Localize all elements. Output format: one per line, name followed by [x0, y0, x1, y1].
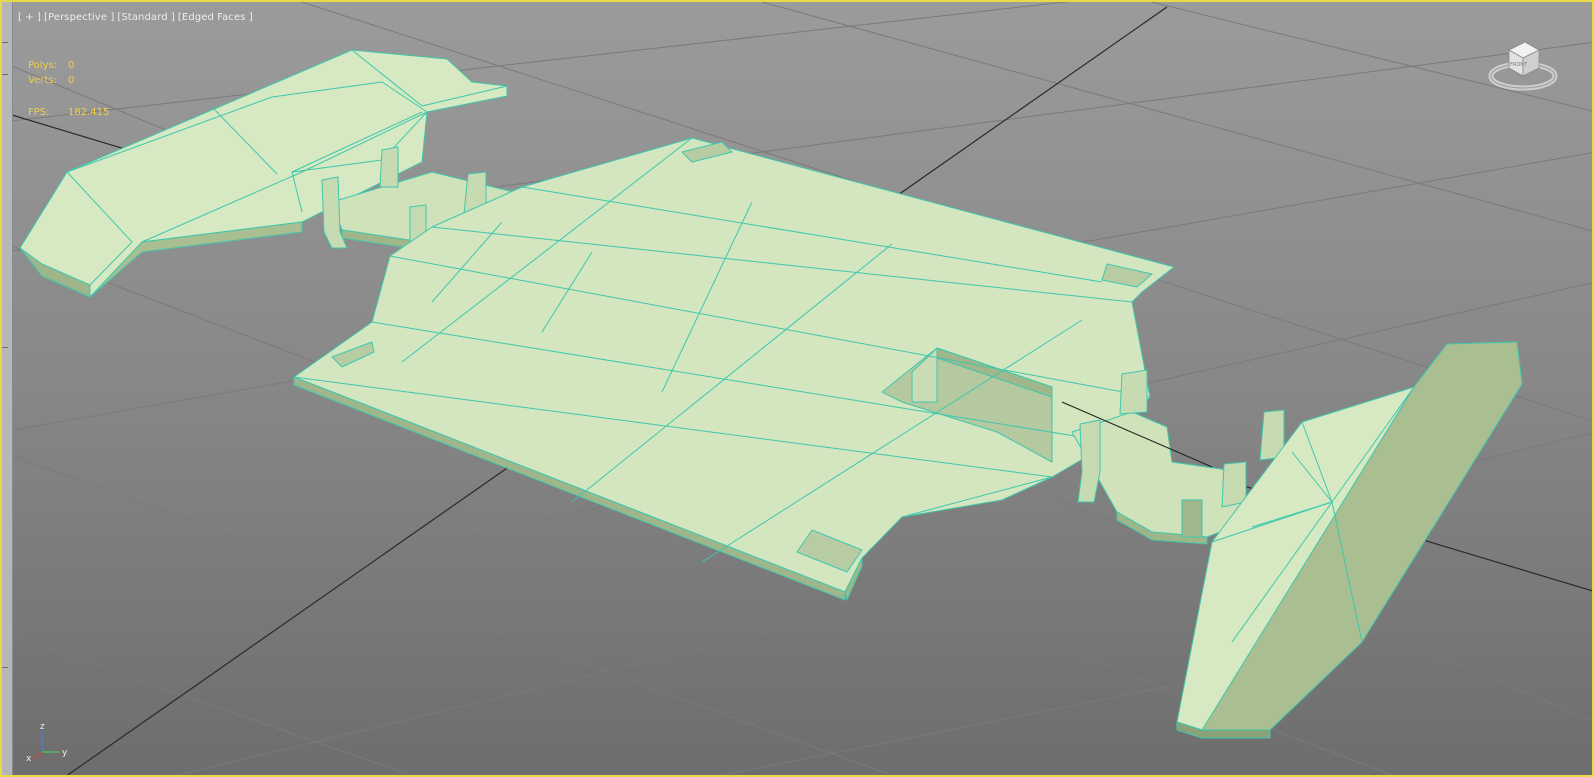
viewport-left-edge [2, 2, 13, 775]
verts-value: 0 [68, 75, 75, 86]
axis-x-label: x [26, 754, 32, 762]
axis-y-label: y [62, 748, 68, 758]
viewport-label-menu[interactable]: [ + ] [Perspective ] [Standard ] [Edged Fac… [18, 12, 256, 23]
fps-label: FPS: [28, 107, 50, 118]
axis-z-label: z [40, 722, 45, 732]
stats-fps: FPS: 182.415 [28, 107, 109, 118]
viewcube-icon[interactable]: FRONT [1485, 38, 1561, 100]
viewport-plus-menu[interactable]: [ + ] [18, 12, 41, 23]
perspective-viewport[interactable]: [ + ] [Perspective ] [Standard ] [Edged Fac… [0, 0, 1594, 777]
fps-value: 182.415 [68, 107, 110, 118]
scene-canvas[interactable] [2, 2, 1594, 777]
polys-value: 0 [68, 60, 75, 71]
axis-tripod-icon: z x y [26, 722, 68, 762]
viewport-standard-menu[interactable]: [Standard ] [117, 12, 175, 23]
viewcube-front-label: FRONT [1510, 62, 1528, 68]
viewport-view-menu[interactable]: [Perspective ] [44, 12, 114, 23]
viewport-shading-menu[interactable]: [Edged Faces ] [178, 12, 253, 23]
polys-label: Polys: [28, 60, 58, 71]
verts-label: Verts: [28, 75, 57, 86]
stats-polys: Polys: 0 [28, 60, 74, 71]
stats-verts: Verts: 0 [28, 75, 74, 86]
